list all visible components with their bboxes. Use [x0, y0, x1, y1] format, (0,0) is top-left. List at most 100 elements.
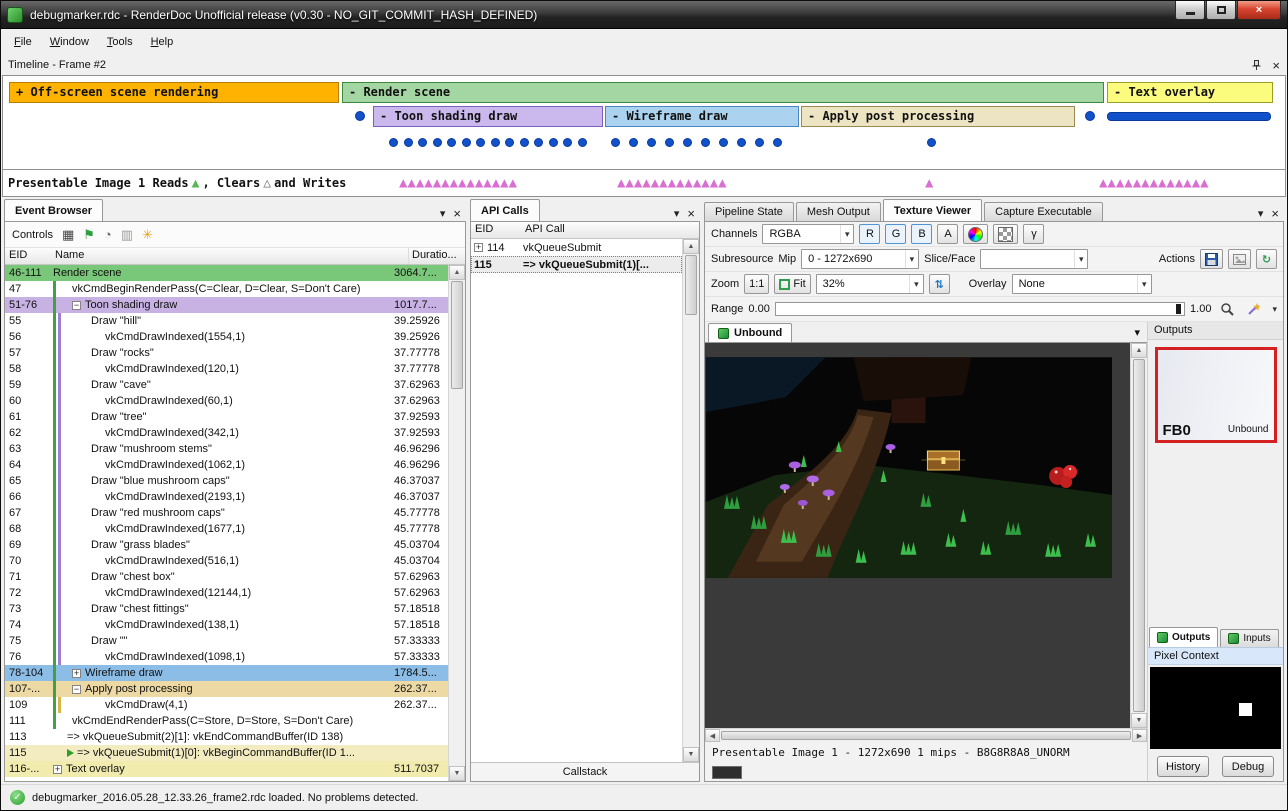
- event-row[interactable]: 61Draw "tree"37.92593: [5, 409, 448, 425]
- save-texture-button[interactable]: [1200, 249, 1223, 269]
- timeline-draw-dot[interactable]: [647, 138, 656, 147]
- api-call-row[interactable]: +114vkQueueSubmit: [471, 239, 682, 256]
- scroll-thumb[interactable]: [721, 731, 1131, 740]
- tab-texture-viewer[interactable]: Texture Viewer: [883, 199, 982, 221]
- timeline-draw-dot[interactable]: [701, 138, 710, 147]
- refresh-button[interactable]: ↻: [1256, 249, 1277, 269]
- event-row[interactable]: 62vkCmdDrawIndexed(342,1)37.92593: [5, 425, 448, 441]
- timeline-draw-dot[interactable]: [1085, 111, 1095, 121]
- controls-label[interactable]: Controls: [12, 229, 53, 241]
- range-handle[interactable]: [1176, 304, 1181, 314]
- column-eid[interactable]: EID: [471, 222, 523, 238]
- scroll-thumb[interactable]: [451, 281, 463, 389]
- writes-triangles-group[interactable]: ▲▲▲▲▲▲▲▲▲▲▲▲▲▲: [399, 175, 517, 191]
- zoom-1to1-button[interactable]: 1:1: [744, 274, 769, 294]
- timeline-marker-bar[interactable]: - Wireframe draw: [605, 106, 799, 127]
- alpha-channel-button[interactable]: A: [937, 224, 958, 244]
- gamma-button[interactable]: γ: [1023, 224, 1044, 244]
- timeline-draw-dot[interactable]: [462, 138, 471, 147]
- scroll-right-icon[interactable]: ▶: [1132, 729, 1147, 742]
- timeline-marker-bar[interactable]: + Off-screen scene rendering: [9, 82, 339, 103]
- event-row[interactable]: 69Draw "grass blades"45.03704: [5, 537, 448, 553]
- scroll-up-icon[interactable]: ▲: [683, 239, 699, 254]
- event-row[interactable]: 68vkCmdDrawIndexed(1677,1)45.77778: [5, 521, 448, 537]
- scroll-thumb[interactable]: [685, 255, 697, 315]
- fb0-thumbnail[interactable]: FB0 Unbound: [1155, 347, 1277, 443]
- channels-select[interactable]: RGBA ▾: [762, 224, 854, 244]
- callstack-section[interactable]: Callstack: [471, 762, 699, 781]
- range-options-icon[interactable]: ▾: [1272, 304, 1277, 315]
- api-call-row[interactable]: 115=> vkQueueSubmit(1)[...: [471, 256, 682, 273]
- expand-icon[interactable]: +: [72, 669, 81, 678]
- texture-list-chevron-icon[interactable]: ▾: [1130, 326, 1144, 342]
- menu-tools[interactable]: Tools: [98, 31, 142, 53]
- pin-icon[interactable]: [1251, 59, 1262, 71]
- event-row[interactable]: 57Draw "rocks"37.77778: [5, 345, 448, 361]
- options-star-icon[interactable]: ✳: [142, 228, 153, 241]
- column-eid[interactable]: EID: [5, 248, 53, 264]
- range-slider[interactable]: [775, 302, 1185, 316]
- event-row[interactable]: 75Draw ""57.33333: [5, 633, 448, 649]
- zoom-range-button[interactable]: [1216, 299, 1238, 319]
- collapse-icon[interactable]: −: [72, 301, 81, 310]
- timeline-draw-dot[interactable]: [683, 138, 692, 147]
- timeline-draw-dot[interactable]: [755, 138, 764, 147]
- texture-viewer-close-icon[interactable]: ×: [1271, 206, 1279, 221]
- event-browser-scrollbar[interactable]: ▲ ▼: [448, 265, 465, 781]
- column-api-call[interactable]: API Call: [523, 222, 699, 238]
- timeline-close-icon[interactable]: ×: [1272, 58, 1280, 73]
- timeline-draw-dot[interactable]: [563, 138, 572, 147]
- tab-event-browser[interactable]: Event Browser: [4, 199, 103, 221]
- timeline-marker-bar[interactable]: - Toon shading draw: [373, 106, 603, 127]
- collapse-icon[interactable]: −: [72, 685, 81, 694]
- autofit-range-button[interactable]: [1243, 299, 1265, 319]
- timeline-draw-dot[interactable]: [549, 138, 558, 147]
- range-max-value[interactable]: 1.00: [1190, 303, 1211, 315]
- event-row[interactable]: 56vkCmdDrawIndexed(1554,1)39.25926: [5, 329, 448, 345]
- red-channel-button[interactable]: R: [859, 224, 880, 244]
- texture-vertical-scrollbar[interactable]: ▲ ▼: [1130, 343, 1147, 728]
- writes-triangles-group[interactable]: ▲▲▲▲▲▲▲▲▲▲▲▲▲: [617, 175, 727, 191]
- menu-file[interactable]: File: [5, 31, 41, 53]
- history-button[interactable]: History: [1157, 756, 1209, 777]
- debug-button[interactable]: Debug: [1222, 756, 1274, 777]
- event-row[interactable]: 113=> vkQueueSubmit(2)[1]: vkEndCommandB…: [5, 729, 448, 745]
- timeline-draw-dot[interactable]: [665, 138, 674, 147]
- open-texture-button[interactable]: [1228, 249, 1251, 269]
- event-row[interactable]: 115=> vkQueueSubmit(1)[0]: vkBeginComman…: [5, 745, 448, 761]
- slice-face-select[interactable]: ▾: [980, 249, 1088, 269]
- event-row[interactable]: 74vkCmdDrawIndexed(138,1)57.18518: [5, 617, 448, 633]
- api-calls-scrollbar[interactable]: ▲ ▼: [682, 239, 699, 762]
- timeline-draw-dot[interactable]: [505, 138, 514, 147]
- overlay-select[interactable]: None ▾: [1012, 274, 1152, 294]
- scroll-thumb[interactable]: [1133, 359, 1145, 712]
- expand-icon[interactable]: +: [474, 243, 483, 252]
- scroll-left-icon[interactable]: ◀: [705, 729, 720, 742]
- timeline-marker-bar[interactable]: - Text overlay: [1107, 82, 1273, 103]
- timeline-draw-dot[interactable]: [520, 138, 529, 147]
- menu-help[interactable]: Help: [142, 31, 183, 53]
- event-browser-close-icon[interactable]: ×: [453, 206, 461, 221]
- timeline-draw-dot[interactable]: [737, 138, 746, 147]
- scroll-up-icon[interactable]: ▲: [1131, 343, 1147, 358]
- tab-capture-executable[interactable]: Capture Executable: [984, 202, 1103, 221]
- time-durations-icon[interactable]: ◔: [104, 228, 112, 241]
- writes-triangles-group[interactable]: ▲: [925, 175, 933, 191]
- timeline-draw-dot[interactable]: [611, 138, 620, 147]
- event-row[interactable]: 73Draw "chest fittings"57.18518: [5, 601, 448, 617]
- column-duration[interactable]: Duratio...: [408, 248, 465, 264]
- timeline-draw-dot[interactable]: [719, 138, 728, 147]
- bookmark-flag-icon[interactable]: ⚑: [83, 228, 95, 241]
- timeline-marker-bar[interactable]: - Render scene: [342, 82, 1104, 103]
- event-row[interactable]: 60vkCmdDrawIndexed(60,1)37.62963: [5, 393, 448, 409]
- timeline-draw-dot[interactable]: [433, 138, 442, 147]
- event-row[interactable]: 65Draw "blue mushroom caps"46.37037: [5, 473, 448, 489]
- side-tab-outputs[interactable]: Outputs: [1149, 627, 1218, 647]
- green-channel-button[interactable]: G: [885, 224, 906, 244]
- tab-api-calls[interactable]: API Calls: [470, 199, 540, 221]
- timeline-draw-dot[interactable]: [355, 111, 365, 121]
- event-row[interactable]: 47vkCmdBeginRenderPass(C=Clear, D=Clear,…: [5, 281, 448, 297]
- event-row[interactable]: 107-...−Apply post processing262.37...: [5, 681, 448, 697]
- timeline-draw-dot[interactable]: [773, 138, 782, 147]
- api-calls-close-icon[interactable]: ×: [687, 206, 695, 221]
